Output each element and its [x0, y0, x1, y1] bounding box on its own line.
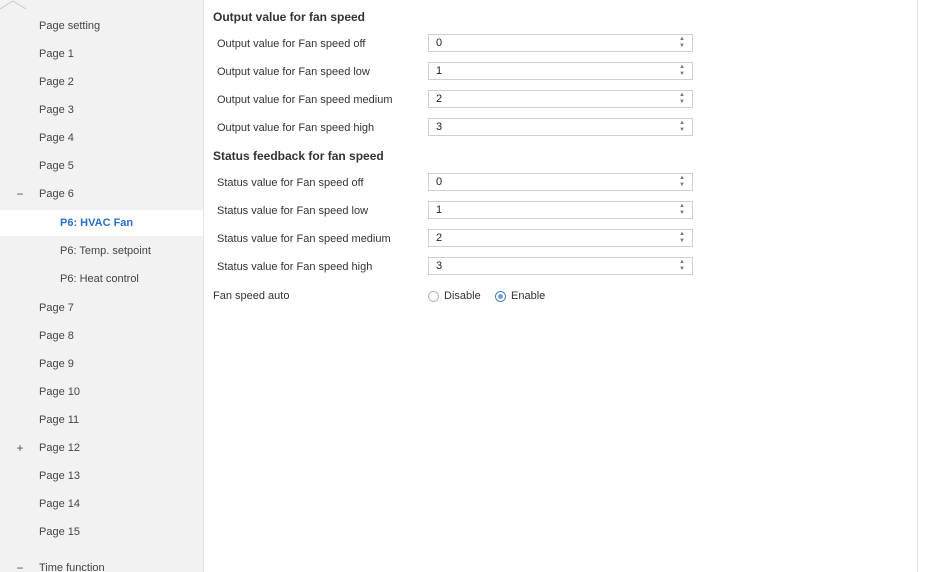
output-section-title: Output value for fan speed — [213, 10, 366, 24]
sidebar-item-page-8[interactable]: Page 8 — [0, 323, 203, 349]
output-fan-speed-high-label: Output value for Fan speed high — [217, 122, 375, 134]
fan-speed-auto-row: Fan speed auto Disable Enable — [204, 287, 917, 307]
sidebar-item-label: Page 12 — [39, 442, 80, 454]
sidebar-item-label: P6: Temp. setpoint — [60, 245, 151, 257]
sidebar-item-page-15[interactable]: Page 15 — [0, 519, 203, 545]
sidebar-item-label: Time function — [39, 562, 105, 572]
spinbox-value[interactable]: 0 — [436, 37, 442, 49]
radio-checked-icon[interactable] — [495, 290, 506, 302]
output-fan-speed-off-label: Output value for Fan speed off — [217, 38, 366, 50]
spin-arrows-icon[interactable]: ▲ ▼ — [678, 203, 686, 217]
sidebar-item-page-1[interactable]: Page 1 — [0, 41, 203, 67]
spinbox-value[interactable]: 1 — [436, 204, 442, 216]
status-fan-speed-medium-label: Status value for Fan speed medium — [217, 233, 391, 245]
spinbox-value[interactable]: 2 — [436, 93, 442, 105]
sidebar-item-page-13[interactable]: Page 13 — [0, 463, 203, 489]
output-fan-speed-medium-spinbox[interactable]: 2 ▲ ▼ — [428, 90, 693, 108]
sidebar-item-label: Page 9 — [39, 358, 74, 370]
sidebar-item-label: Page setting — [39, 20, 101, 32]
output-fan-speed-low-spinbox[interactable]: 1 ▲ ▼ — [428, 62, 693, 80]
spin-arrows-icon[interactable]: ▲ ▼ — [678, 175, 686, 189]
sidebar-item-page-9[interactable]: Page 9 — [0, 351, 203, 377]
status-fan-speed-off-spinbox[interactable]: 0 ▲ ▼ — [428, 173, 693, 191]
sidebar-item-label: P6: HVAC Fan — [60, 217, 134, 229]
sidebar-item-p6-heat-control[interactable]: P6: Heat control — [0, 266, 203, 292]
status-fan-speed-low-row: Status value for Fan speed low 1 ▲ ▼ — [204, 201, 917, 223]
sidebar-item-label: Page 5 — [39, 160, 74, 172]
output-fan-speed-low-row: Output value for Fan speed low 1 ▲ ▼ — [204, 62, 917, 84]
output-fan-speed-off-row: Output value for Fan speed off 0 ▲ ▼ — [204, 34, 917, 56]
collapse-icon[interactable]: − — [15, 187, 25, 201]
sidebar-item-page-5[interactable]: Page 5 — [0, 153, 203, 179]
spinbox-value[interactable]: 1 — [436, 65, 442, 77]
sidebar-item-p6-temp-setpoint[interactable]: P6: Temp. setpoint — [0, 238, 203, 264]
spin-arrows-icon[interactable]: ▲ ▼ — [678, 120, 686, 134]
radio-unchecked-icon[interactable] — [428, 290, 439, 302]
spin-arrows-icon[interactable]: ▲ ▼ — [678, 231, 686, 245]
sidebar-notch — [0, 0, 26, 10]
sidebar-item-label: Page 11 — [39, 414, 80, 426]
fan-speed-auto-disable-radio[interactable]: Disable — [428, 288, 481, 304]
spin-arrows-icon[interactable]: ▲ ▼ — [678, 92, 686, 106]
sidebar-item-label: Page 13 — [39, 470, 80, 482]
sidebar-item-page-4[interactable]: Page 4 — [0, 125, 203, 151]
output-fan-speed-high-row: Output value for Fan speed high 3 ▲ ▼ — [204, 118, 917, 140]
sidebar-item-label: Page 8 — [39, 330, 74, 342]
sidebar-item-page-7[interactable]: Page 7 — [0, 295, 203, 321]
fan-speed-auto-enable-radio[interactable]: Enable — [495, 288, 545, 304]
status-fan-speed-high-row: Status value for Fan speed high 3 ▲ ▼ — [204, 257, 917, 279]
sidebar-item-time-function[interactable]: − Time function — [0, 555, 203, 572]
spin-arrows-icon[interactable]: ▲ ▼ — [678, 64, 686, 78]
sidebar-item-label: Page 6 — [39, 188, 74, 200]
sidebar-item-page-setting[interactable]: Page setting — [0, 13, 203, 39]
status-fan-speed-low-label: Status value for Fan speed low — [217, 205, 369, 217]
sidebar-item-label: Page 7 — [39, 302, 74, 314]
status-fan-speed-medium-spinbox[interactable]: 2 ▲ ▼ — [428, 229, 693, 247]
radio-option-label[interactable]: Enable — [511, 290, 545, 302]
panel-divider — [917, 0, 918, 572]
sidebar-item-label: P6: Heat control — [60, 273, 139, 285]
sidebar-item-page-12[interactable]: + Page 12 — [0, 435, 203, 461]
status-fan-speed-low-spinbox[interactable]: 1 ▲ ▼ — [428, 201, 693, 219]
output-fan-speed-low-label: Output value for Fan speed low — [217, 66, 370, 78]
output-fan-speed-off-spinbox[interactable]: 0 ▲ ▼ — [428, 34, 693, 52]
radio-option-label[interactable]: Disable — [444, 290, 481, 302]
sidebar-item-p6-hvac-fan[interactable]: P6: HVAC Fan — [0, 210, 203, 236]
status-fan-speed-high-spinbox[interactable]: 3 ▲ ▼ — [428, 257, 693, 275]
sidebar: Page setting Page 1 Page 2 Page 3 Page 4… — [0, 0, 204, 572]
spinbox-value[interactable]: 3 — [436, 121, 442, 133]
status-section-title: Status feedback for fan speed — [213, 149, 384, 163]
sidebar-item-label: Page 3 — [39, 104, 74, 116]
sidebar-item-label: Page 1 — [39, 48, 74, 60]
fan-speed-auto-label: Fan speed auto — [213, 290, 290, 302]
sidebar-item-label: Page 14 — [39, 498, 80, 510]
status-fan-speed-off-row: Status value for Fan speed off 0 ▲ ▼ — [204, 173, 917, 195]
output-fan-speed-medium-row: Output value for Fan speed medium 2 ▲ ▼ — [204, 90, 917, 112]
sidebar-item-page-14[interactable]: Page 14 — [0, 491, 203, 517]
status-fan-speed-medium-row: Status value for Fan speed medium 2 ▲ ▼ — [204, 229, 917, 251]
output-fan-speed-high-spinbox[interactable]: 3 ▲ ▼ — [428, 118, 693, 136]
parameter-panel: Output value for fan speed Output value … — [204, 0, 917, 572]
collapse-icon[interactable]: − — [15, 561, 25, 572]
sidebar-item-page-2[interactable]: Page 2 — [0, 69, 203, 95]
output-fan-speed-medium-label: Output value for Fan speed medium — [217, 94, 393, 106]
spin-arrows-icon[interactable]: ▲ ▼ — [678, 259, 686, 273]
sidebar-item-page-6[interactable]: − Page 6 — [0, 181, 203, 207]
sidebar-item-label: Page 4 — [39, 132, 74, 144]
spinbox-value[interactable]: 2 — [436, 232, 442, 244]
sidebar-item-page-10[interactable]: Page 10 — [0, 379, 203, 405]
expand-icon[interactable]: + — [15, 441, 25, 455]
sidebar-item-page-11[interactable]: Page 11 — [0, 407, 203, 433]
sidebar-item-label: Page 10 — [39, 386, 80, 398]
spin-arrows-icon[interactable]: ▲ ▼ — [678, 36, 686, 50]
sidebar-item-page-3[interactable]: Page 3 — [0, 97, 203, 123]
sidebar-item-label: Page 15 — [39, 526, 80, 538]
spinbox-value[interactable]: 0 — [436, 176, 442, 188]
spinbox-value[interactable]: 3 — [436, 260, 442, 272]
status-fan-speed-high-label: Status value for Fan speed high — [217, 261, 373, 273]
status-fan-speed-off-label: Status value for Fan speed off — [217, 177, 364, 189]
sidebar-item-label: Page 2 — [39, 76, 74, 88]
